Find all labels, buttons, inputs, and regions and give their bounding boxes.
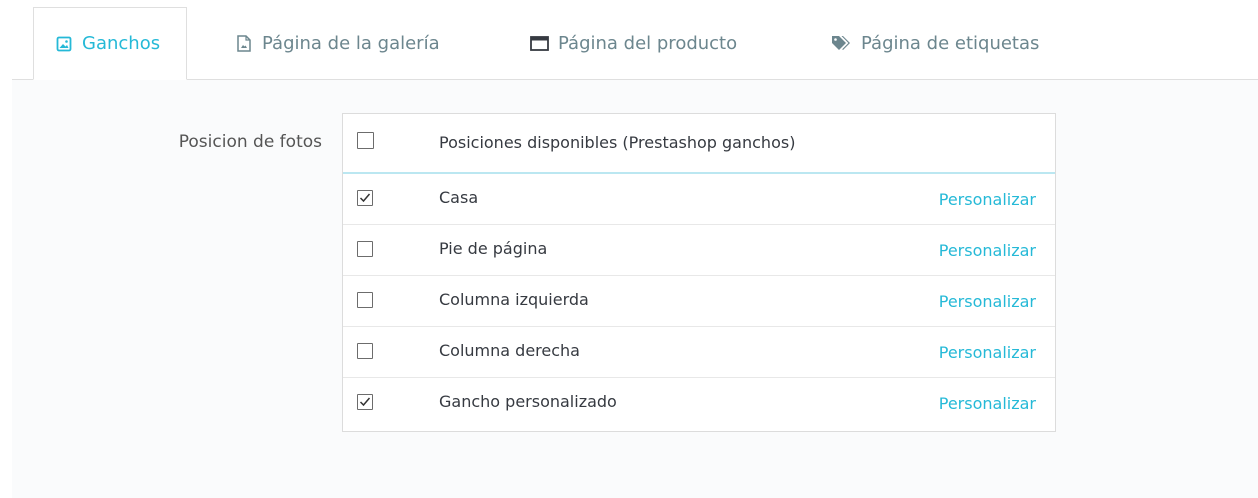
file-image-icon bbox=[235, 34, 253, 52]
table-row: Columna izquierda Personalizar bbox=[343, 276, 1055, 327]
hook-name: Columna izquierda bbox=[439, 290, 589, 309]
tab-label: Ganchos bbox=[82, 33, 161, 54]
image-icon bbox=[55, 35, 73, 53]
tags-icon bbox=[830, 34, 852, 52]
row-checkbox[interactable] bbox=[357, 343, 373, 359]
column-header: Posiciones disponibles (Prestashop ganch… bbox=[439, 133, 796, 152]
row-checkbox[interactable] bbox=[357, 241, 373, 257]
tab-label: Página de etiquetas bbox=[861, 32, 1040, 54]
table-row: Casa Personalizar bbox=[343, 174, 1055, 225]
tab-ganchos[interactable]: Ganchos bbox=[33, 7, 188, 80]
row-checkbox[interactable] bbox=[357, 394, 373, 410]
table-row: Gancho personalizado Personalizar bbox=[343, 378, 1055, 431]
table-row: Columna derecha Personalizar bbox=[343, 327, 1055, 378]
customize-link[interactable]: Personalizar bbox=[939, 241, 1036, 260]
tab-pagina-galeria[interactable]: Página de la galería bbox=[235, 7, 440, 79]
hook-name: Casa bbox=[439, 188, 479, 207]
customize-link[interactable]: Personalizar bbox=[939, 343, 1036, 362]
hook-name: Gancho personalizado bbox=[439, 392, 617, 411]
window-icon bbox=[529, 34, 549, 52]
hook-name: Columna derecha bbox=[439, 341, 580, 360]
hooks-table: Posiciones disponibles (Prestashop ganch… bbox=[342, 113, 1056, 432]
customize-link[interactable]: Personalizar bbox=[939, 190, 1036, 209]
tab-label: Página de la galería bbox=[262, 32, 440, 54]
table-header: Posiciones disponibles (Prestashop ganch… bbox=[343, 114, 1055, 174]
hook-name: Pie de página bbox=[439, 239, 548, 258]
tab-pagina-producto[interactable]: Página del producto bbox=[529, 7, 737, 79]
table-row: Pie de página Personalizar bbox=[343, 225, 1055, 276]
select-all-checkbox[interactable] bbox=[357, 132, 374, 149]
field-label: Posicion de fotos bbox=[178, 132, 322, 152]
row-checkbox[interactable] bbox=[357, 190, 373, 206]
tabs-bar: Ganchos Página de la galería Página del … bbox=[12, 0, 1258, 80]
customize-link[interactable]: Personalizar bbox=[939, 292, 1036, 311]
customize-link[interactable]: Personalizar bbox=[939, 394, 1036, 413]
tab-pagina-etiquetas[interactable]: Página de etiquetas bbox=[830, 7, 1039, 79]
row-checkbox[interactable] bbox=[357, 292, 373, 308]
tab-label: Página del producto bbox=[558, 32, 738, 54]
